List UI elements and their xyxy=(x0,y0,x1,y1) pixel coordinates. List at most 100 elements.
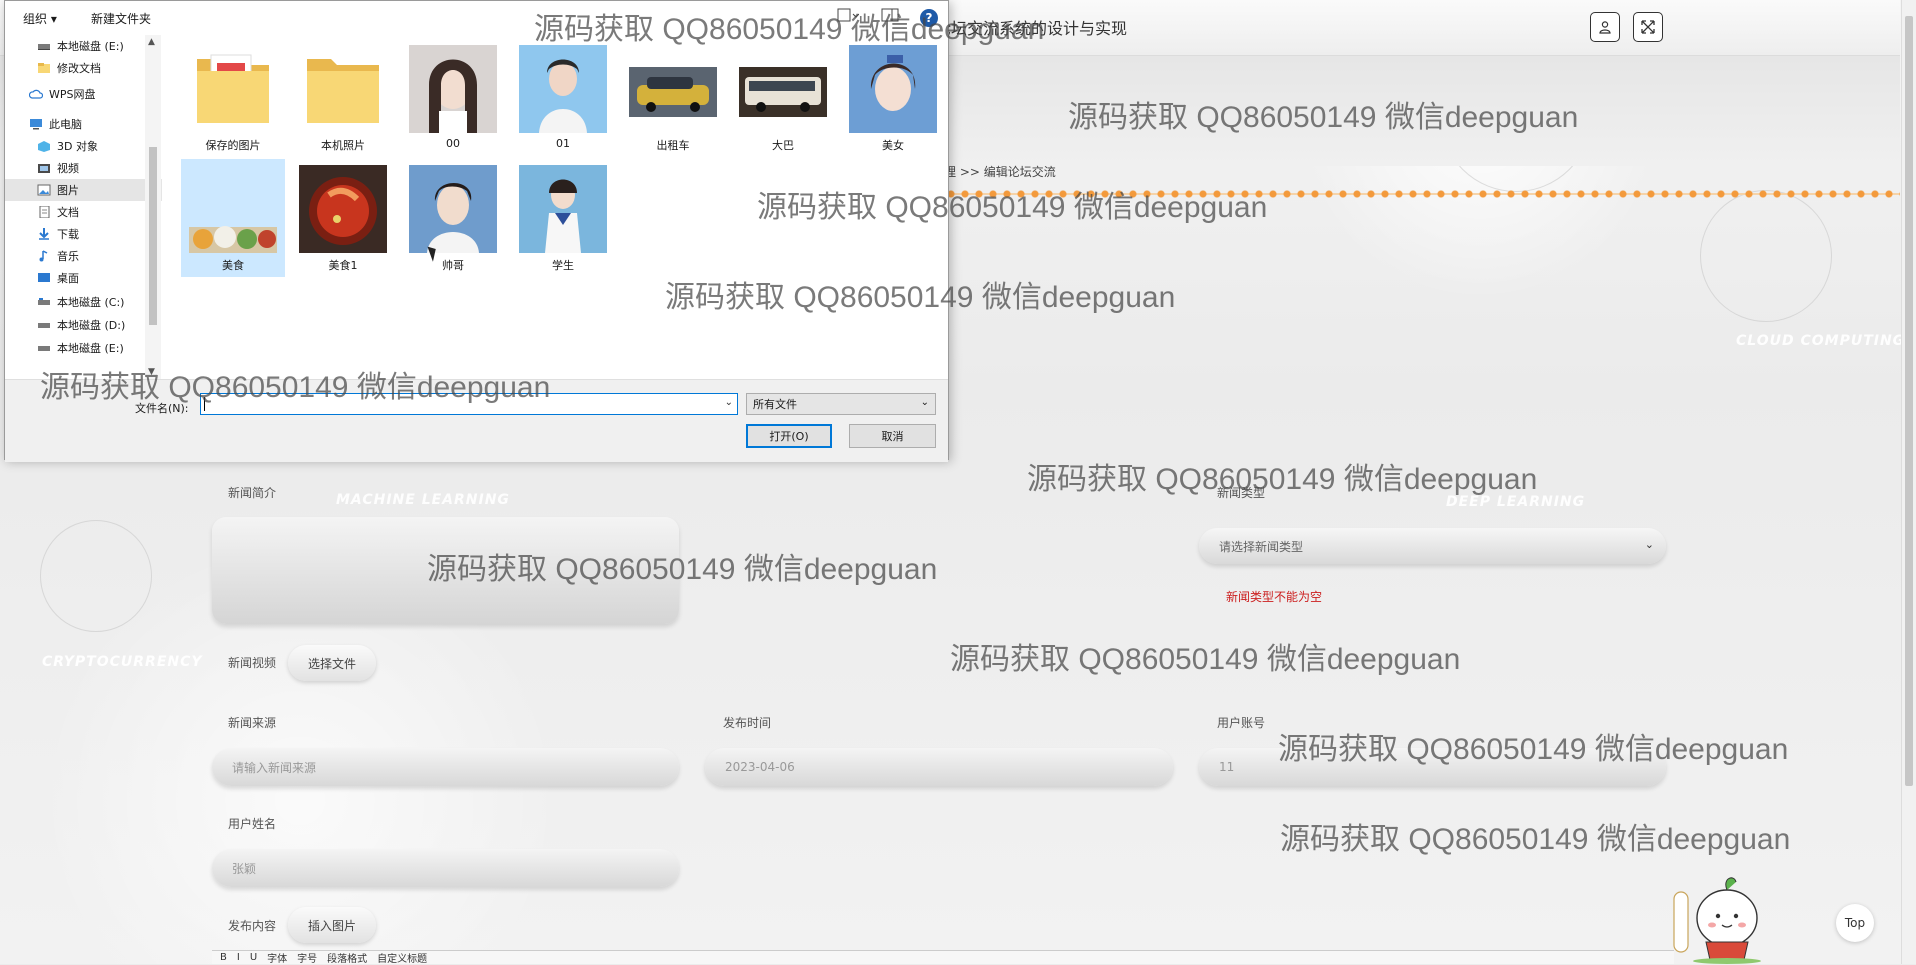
folder-icon xyxy=(307,59,379,123)
file-open-dialog: 组织 ▾ 新建文件夹 ? 本地磁盘 (E:) 修改文档 WPS网盘 此电脑 3D xyxy=(4,0,949,462)
nav-item-modify-docs[interactable]: 修改文档 xyxy=(5,57,162,79)
nav-item-music[interactable]: 音乐 xyxy=(5,245,162,267)
user-name-input[interactable]: 张颖 xyxy=(212,849,679,887)
nav-item-label: 本地磁盘 (D:) xyxy=(57,319,126,332)
view-options-icon[interactable] xyxy=(837,7,860,26)
scrollbar-thumb[interactable] xyxy=(1905,16,1913,786)
custom-heading-select[interactable]: 自定义标题 xyxy=(377,950,427,965)
publish-time-label: 发布时间 xyxy=(723,716,772,730)
file-name: 学生 xyxy=(552,259,574,272)
file-tile-01[interactable]: 01 xyxy=(511,39,615,157)
nav-item-pictures[interactable]: 图片 xyxy=(5,179,162,201)
file-tile-00[interactable]: 00 xyxy=(401,39,505,157)
deco-text-deep-learning: DEEP LEARNING xyxy=(1446,494,1586,510)
file-tile-beauty[interactable]: 美女 xyxy=(841,39,945,157)
preview-pane-icon[interactable] xyxy=(881,7,899,26)
music-icon xyxy=(37,250,51,262)
nav-item-drive-e[interactable]: 本地磁盘 (E:) xyxy=(5,35,162,57)
nav-item-video[interactable]: 视频 xyxy=(5,157,162,179)
file-name: 大巴 xyxy=(772,139,794,152)
nav-item-downloads[interactable]: 下载 xyxy=(5,223,162,245)
summary-textarea[interactable] xyxy=(212,517,679,624)
news-type-placeholder: 请选择新闻类型 xyxy=(1219,539,1304,554)
bold-button[interactable]: B xyxy=(220,952,227,963)
nav-item-wps-cloud[interactable]: WPS网盘 xyxy=(5,83,162,105)
chevron-down-icon[interactable]: ⌄ xyxy=(725,397,733,408)
chevron-down-icon: ⌄ xyxy=(1644,538,1654,551)
new-folder-button[interactable]: 新建文件夹 xyxy=(91,10,151,27)
chevron-down-icon[interactable]: ▼ xyxy=(148,367,155,377)
dialog-toolbar: 组织 ▾ 新建文件夹 ? xyxy=(5,1,948,35)
nav-item-label: 文档 xyxy=(57,206,79,219)
italic-button[interactable]: I xyxy=(237,952,240,963)
file-type-select[interactable]: 所有文件 ⌄ xyxy=(746,393,936,415)
user-icon xyxy=(1599,21,1611,34)
page-scrollbar[interactable] xyxy=(1901,0,1916,964)
nav-item-label: 音乐 xyxy=(57,250,79,263)
news-source-input[interactable]: 请输入新闻来源 xyxy=(212,748,679,786)
filename-input[interactable]: ⌄ xyxy=(200,393,738,415)
nav-pane-scrollbar[interactable]: ▲ ▼ xyxy=(145,35,161,379)
drive-icon xyxy=(37,342,51,354)
photo-thumbnail-icon xyxy=(409,165,497,253)
nav-item-3d-objects[interactable]: 3D 对象 xyxy=(5,135,162,157)
file-name: 美食1 xyxy=(328,259,358,272)
paragraph-format-select[interactable]: 段落格式 xyxy=(327,950,367,965)
nav-item-drive-c[interactable]: 本地磁盘 (C:) xyxy=(5,291,162,313)
cancel-button[interactable]: 取消 xyxy=(849,424,936,448)
file-tile-student[interactable]: 学生 xyxy=(511,159,615,277)
file-name: 出租车 xyxy=(656,139,690,152)
file-list-pane: 保存的图片 本机照片 00 01 出租车 大巴 美女 美食 美食1 帅哥 学生 xyxy=(165,35,948,379)
nav-item-documents[interactable]: 文档 xyxy=(5,201,162,223)
file-name: 本机照片 xyxy=(321,139,365,152)
deco-text-cryptocurrency: CRYPTOCURRENCY xyxy=(42,654,203,670)
insert-image-button[interactable]: 插入图片 xyxy=(288,907,376,943)
file-tile-taxi[interactable]: 出租车 xyxy=(621,39,725,157)
news-type-error: 新闻类型不能为空 xyxy=(1226,590,1323,604)
3d-objects-icon xyxy=(37,140,51,152)
file-tile-saved-pictures[interactable]: 保存的图片 xyxy=(181,39,285,157)
file-tile-food[interactable]: 美食 xyxy=(181,159,285,277)
user-account-input[interactable]: 11 xyxy=(1199,748,1666,786)
download-icon xyxy=(37,228,51,240)
choose-file-button[interactable]: 选择文件 xyxy=(288,645,376,681)
chevron-down-icon: ⌄ xyxy=(920,397,929,408)
nav-item-label: 视频 xyxy=(57,162,79,175)
open-button[interactable]: 打开(O) xyxy=(746,424,832,448)
publish-time-input[interactable]: 2023-04-06 xyxy=(705,748,1173,786)
underline-button[interactable]: U xyxy=(250,952,257,963)
breadcrumb: 理 >> 编辑论坛交流 xyxy=(944,165,1056,179)
photo-thumbnail-icon xyxy=(299,165,387,253)
nav-item-drive-e-2[interactable]: 本地磁盘 (E:) xyxy=(5,337,162,359)
file-tile-food1[interactable]: 美食1 xyxy=(291,159,395,277)
computer-icon xyxy=(29,118,43,130)
photo-thumbnail-icon xyxy=(849,45,937,133)
content-label: 发布内容 xyxy=(228,919,277,933)
fullscreen-button[interactable] xyxy=(1633,12,1663,42)
font-family-select[interactable]: 字体 xyxy=(267,950,287,965)
nav-item-label: 本地磁盘 (E:) xyxy=(57,342,124,355)
file-name: 00 xyxy=(446,137,460,150)
nav-item-label: 3D 对象 xyxy=(57,140,98,153)
pictures-icon xyxy=(37,184,51,196)
chevron-up-icon[interactable]: ▲ xyxy=(148,37,155,47)
news-type-select[interactable]: 请选择新闻类型 ⌄ xyxy=(1199,528,1666,564)
file-tile-local-photos[interactable]: 本机照片 xyxy=(291,39,395,157)
file-tile-bus[interactable]: 大巴 xyxy=(731,39,835,157)
video-icon xyxy=(37,162,51,174)
file-name: 美食 xyxy=(222,259,244,272)
nav-item-drive-d[interactable]: 本地磁盘 (D:) xyxy=(5,314,162,336)
help-icon[interactable]: ? xyxy=(920,9,938,27)
nav-scrollbar-thumb[interactable] xyxy=(149,147,157,325)
document-icon xyxy=(37,205,51,219)
font-size-select[interactable]: 字号 xyxy=(297,950,317,965)
back-to-top-button[interactable]: Top xyxy=(1836,904,1874,942)
summary-label: 新闻简介 xyxy=(228,486,277,500)
mascot-icon[interactable] xyxy=(1672,870,1764,964)
user-button[interactable] xyxy=(1590,12,1620,42)
nav-item-this-pc[interactable]: 此电脑 xyxy=(5,113,162,135)
organize-menu[interactable]: 组织 ▾ xyxy=(23,10,57,27)
file-tile-handsome[interactable]: 帅哥 xyxy=(401,159,505,277)
fullscreen-icon xyxy=(1641,20,1655,34)
nav-item-desktop[interactable]: 桌面 xyxy=(5,267,162,289)
